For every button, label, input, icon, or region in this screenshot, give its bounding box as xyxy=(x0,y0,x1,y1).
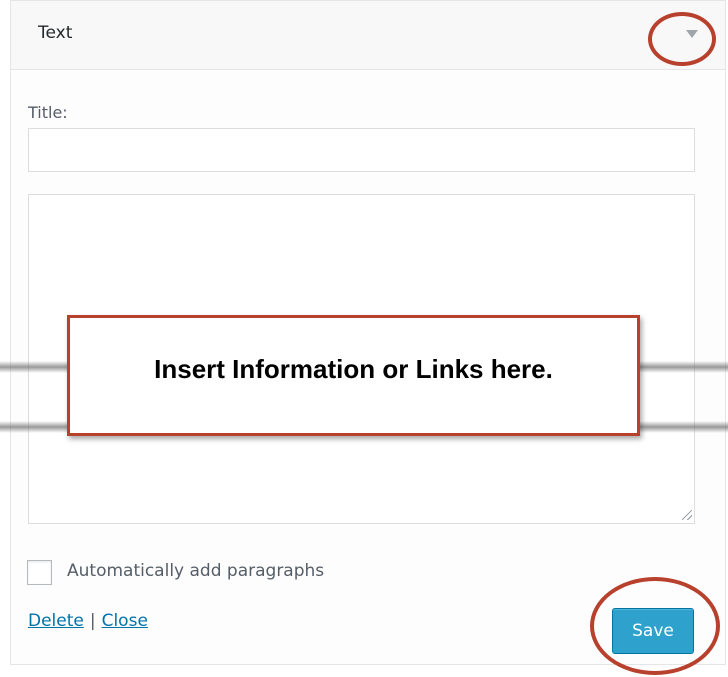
save-button[interactable]: Save xyxy=(612,608,694,654)
widget-title: Text xyxy=(38,23,73,43)
callout-text: Insert Information or Links here. xyxy=(154,354,553,384)
autop-checkbox[interactable] xyxy=(27,560,52,585)
triangle-down-icon[interactable] xyxy=(686,30,698,38)
action-separator: | xyxy=(89,611,96,631)
close-link[interactable]: Close xyxy=(102,611,148,631)
resize-handle-icon[interactable] xyxy=(682,510,692,520)
widget-actions: Delete | Close xyxy=(28,611,148,631)
delete-link[interactable]: Delete xyxy=(28,611,84,631)
title-label: Title: xyxy=(28,103,68,122)
autop-label: Automatically add paragraphs xyxy=(67,561,325,581)
widget-header[interactable]: Text xyxy=(11,1,725,70)
instruction-callout: Insert Information or Links here. xyxy=(67,315,640,436)
title-input[interactable] xyxy=(28,128,695,172)
